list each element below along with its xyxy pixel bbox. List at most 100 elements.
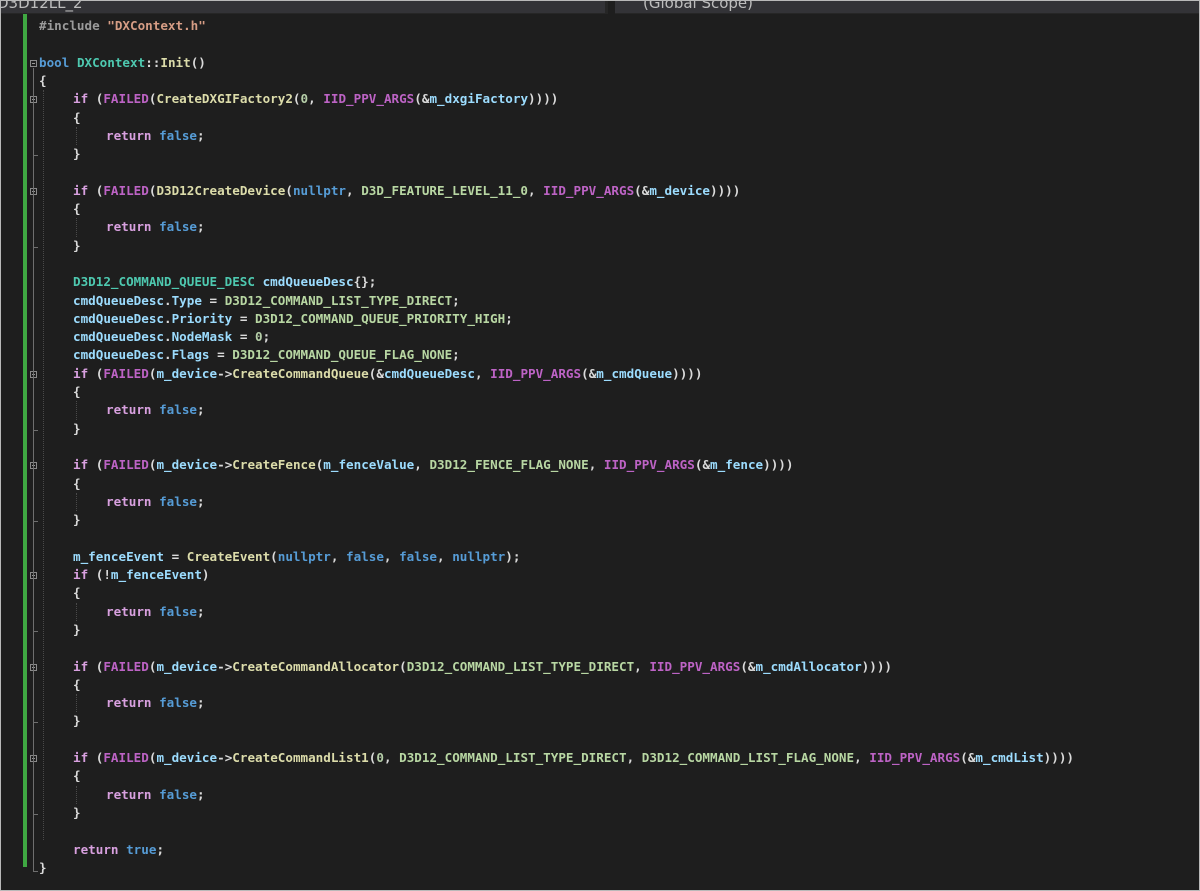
code-token: false [399,548,438,564]
code-token: false [346,548,384,564]
code-token: false [159,695,198,711]
code-token: ; [197,219,205,235]
code-token: D3D12_COMMAND_LIST_TYPE_DIRECT [399,750,627,765]
collapse-toggle-icon[interactable] [30,59,37,67]
code-token: false [159,402,198,418]
code-line: if (FAILED(m_device->CreateCommandList1(… [73,749,1074,767]
code-token: = [209,347,233,363]
code-token: { [73,676,81,692]
code-line: bool DXContext::Init() [39,54,206,72]
code-token: D3D12_COMMAND_LIST_FLAG_NONE [641,750,855,765]
fold-outline [33,195,34,247]
code-line: return false; [106,694,205,712]
code-token: { [73,109,81,125]
code-token: :: [145,54,161,70]
code-token: ( [88,750,104,765]
code-token: (& [581,365,597,381]
fold-outline [33,67,34,871]
code-area[interactable]: #include "DXContext.h" bool DXContext::In… [1,14,1199,890]
code-token: ; [197,402,205,418]
code-token: FAILED [103,750,149,765]
code-line: { [73,200,81,218]
code-token: } [73,804,81,820]
code-token: { [73,201,81,216]
code-token: , [330,548,346,564]
code-token: m_device [156,457,218,473]
code-line: return false; [106,218,205,236]
code-token: , [634,658,650,674]
code-token: m_cmdQueue [596,365,673,381]
code-token: , [588,457,604,473]
code-token: (& [414,91,430,107]
code-token: } [39,859,47,875]
code-token: cmdQueueDesc [383,365,475,381]
code-token: . [164,292,172,308]
code-token: } [73,713,81,729]
code-token: )))) [672,365,703,381]
code-editor[interactable]: #include "DXContext.h" bool DXContext::In… [1,14,1199,890]
code-token: { [73,384,81,399]
code-token: false [159,603,198,619]
code-line: { [73,676,81,694]
code-token: return [106,127,152,143]
code-line: } [39,859,47,877]
indent-guide [76,401,77,420]
code-token: , [437,548,453,564]
code-token: m_device [156,750,218,765]
fold-outline-end [33,246,38,248]
code-token: ; [197,493,205,509]
code-line: cmdQueueDesc.Type = D3D12_COMMAND_LIST_T… [73,292,460,310]
code-token: = [232,310,256,326]
code-line: D3D12_COMMAND_QUEUE_DESC cmdQueueDesc{}; [73,273,376,291]
code-token: (! [88,567,111,582]
code-token: ( [88,457,104,473]
indent-guide [76,492,77,512]
code-token: false [159,127,198,143]
code-token: true [126,841,157,857]
code-token: = [164,548,187,564]
code-token: , [528,182,544,198]
code-line: } [73,712,81,730]
code-token: FAILED [103,182,149,198]
code-token: 0 [376,750,384,765]
fold-outline [33,104,34,156]
code-token: ; [452,292,460,308]
code-token: -> [217,658,233,674]
fold-outline-end [33,521,38,523]
code-token: #include [39,18,108,33]
code-token: IID_PPV_ARGS [869,750,961,765]
code-token: D3D12_FENCE_FLAG_NONE [429,457,589,473]
project-dropdown[interactable]: D3D12LL_2 [1,1,605,13]
code-line: return true; [73,841,164,859]
code-line: if (FAILED(m_device->CreateFence(m_fence… [73,456,793,474]
code-token: Type [171,292,202,308]
code-token: Init [160,54,191,70]
fold-outline-end [33,870,38,872]
project-label: D3D12LL_2 [1,1,83,12]
code-token: ; [197,127,205,143]
code-token: {}; [353,274,377,290]
code-line: return false; [106,493,205,511]
code-token: ; [156,841,165,857]
fold-outline [33,763,34,814]
code-token: D3D12_COMMAND_QUEUE_FLAG_NONE [232,347,453,363]
code-token: ; [197,786,205,802]
code-token: nullptr [452,548,506,564]
code-line: if (FAILED(m_device->CreateCommandQueue(… [73,365,702,383]
code-line: } [73,511,81,529]
code-token: ; [505,310,513,326]
code-line: { [73,383,81,401]
scope-dropdown[interactable]: (Global Scope) [615,1,1199,13]
code-token: { [73,585,81,601]
code-line: } [73,621,81,639]
code-token: ; [197,603,205,619]
fold-outline-end [33,813,38,815]
code-line: m_fenceEvent = CreateEvent(nullptr, fals… [73,548,520,566]
indent-guide [76,126,77,146]
code-token: ( [285,182,293,198]
code-token: , [383,548,400,564]
